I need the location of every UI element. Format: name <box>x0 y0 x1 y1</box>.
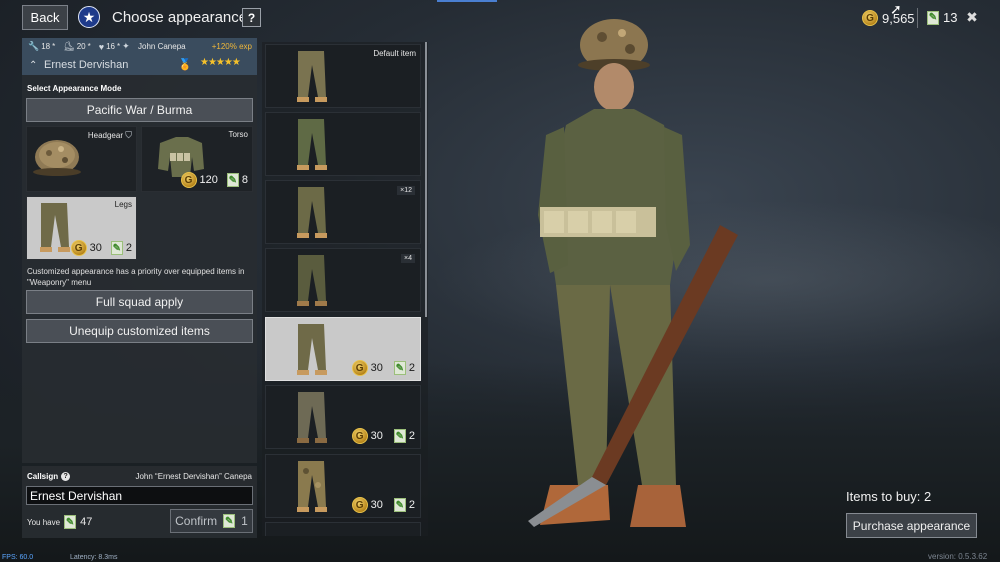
purchase-appearance-button[interactable]: Purchase appearance <box>846 513 977 538</box>
item-price: G 30 ✎ 2 <box>351 497 415 513</box>
usa-star-icon: ★ <box>78 6 100 28</box>
coin-icon: G <box>351 428 368 444</box>
coin-icon: G <box>351 497 368 513</box>
fps-counter: FPS: 60.0 <box>2 554 34 561</box>
slot-legs-label: Legs <box>114 200 132 209</box>
back-button[interactable]: Back <box>22 5 68 30</box>
soldier-model <box>528 19 738 527</box>
ticket-icon: ✎ <box>393 361 406 375</box>
commander-name: John Canepa <box>138 42 186 51</box>
callsign-label: Callsign ? <box>27 472 71 481</box>
priority-note: Customized appearance has a priority ove… <box>27 267 245 287</box>
list-item[interactable] <box>265 112 421 176</box>
callsign-help-icon[interactable]: ? <box>61 472 71 481</box>
top-bar: Back ★ Choose appearance ? G 9,565 ✎ 13 … <box>0 0 1000 36</box>
slot-torso[interactable]: Torso G 120 ✎ 8 <box>141 126 253 192</box>
page-title: Choose appearance <box>112 9 248 26</box>
slot-legs[interactable]: Legs G 30 ✎ 2 <box>26 196 137 260</box>
slot-headgear[interactable]: Headgear ⛉ <box>26 126 137 192</box>
appearance-panel: 🔧 18 * ⛸ 20 * ♥ 16 * ✦ John Canepa +120% exp ⌃ … <box>22 38 257 463</box>
stat-health: ♥ 16 * ✦ <box>98 41 130 52</box>
callsign-full-name: John “Ernest Dervishan” Canepa <box>135 472 252 481</box>
slot-legs-price: G 30 ✎ 2 <box>70 240 132 256</box>
ticket-icon: ✎ <box>393 429 406 443</box>
wrench-icon: 🔧 <box>28 41 40 51</box>
pants-image <box>297 187 327 238</box>
mouse-cursor-icon: ➚ <box>890 1 902 17</box>
ticket-icon: ✎ <box>226 173 239 187</box>
stat-repair: 🔧 18 * <box>28 41 56 51</box>
slot-torso-label: Torso <box>228 130 248 139</box>
ticket-icon: ✎ <box>223 514 236 528</box>
default-item-tag: Default item <box>373 49 416 58</box>
close-button[interactable]: ✖ <box>964 9 980 25</box>
callsign-input[interactable]: Ernest Dervishan <box>26 486 253 505</box>
latency-counter: Latency: 8.3ms <box>70 554 118 561</box>
callsign-panel: Callsign ? John “Ernest Dervishan” Canep… <box>22 466 257 538</box>
soldier-rating: ★★★★★ <box>200 57 241 68</box>
item-price: G 30 ✎ 2 <box>351 428 415 444</box>
boot-icon: ⛸ <box>63 41 75 51</box>
soldier-stats: 🔧 18 * ⛸ 20 * ♥ 16 * ✦ <box>28 41 130 52</box>
pants-image <box>297 51 327 102</box>
you-have: You have ✎ 47 <box>27 515 93 529</box>
unequip-customized-button[interactable]: Unequip customized items <box>26 319 253 343</box>
items-to-buy: Items to buy: 2 <box>846 489 932 504</box>
coin-icon: G <box>351 360 368 376</box>
pants-image <box>297 119 327 170</box>
list-item[interactable]: G 30 ✎ 2 <box>265 385 421 449</box>
version-label: version: 0.5.3.62 <box>928 552 988 561</box>
face <box>594 63 634 111</box>
shield-icon: ⛉ <box>125 130 132 140</box>
divider <box>917 8 918 28</box>
legs-item-list: Default item ×12 ×4 G 30 ✎ 2 G 30 ✎ 2 G 30 ✎ 2 <box>262 42 428 536</box>
list-item[interactable]: Default item <box>265 44 421 108</box>
list-item[interactable]: ×4 <box>265 248 421 312</box>
coin-icon: G <box>862 10 878 26</box>
list-item[interactable]: G 30 ✎ 2 <box>265 454 421 518</box>
list-item[interactable] <box>265 522 421 536</box>
soldier-header: 🔧 18 * ⛸ 20 * ♥ 16 * ✦ John Canepa +120% exp ⌃ … <box>22 38 257 75</box>
slot-headgear-label: Headgear ⛉ <box>87 130 132 140</box>
ticket-balance: ✎ 13 <box>927 10 957 25</box>
coin-icon: G <box>180 172 197 188</box>
ticket-icon: ✎ <box>64 515 77 529</box>
pants-image <box>297 324 327 375</box>
slot-torso-price: G 120 ✎ 8 <box>180 172 248 188</box>
pants <box>556 285 610 485</box>
item-price: G 30 ✎ 2 <box>351 360 415 376</box>
full-squad-apply-button[interactable]: Full squad apply <box>26 290 253 314</box>
silver-balance: G 9,565 <box>862 10 915 26</box>
list-item[interactable]: ×12 <box>265 180 421 244</box>
exp-bonus: +120% exp <box>211 42 252 51</box>
appearance-mode-select[interactable]: Pacific War / Burma <box>26 98 253 122</box>
pants-image <box>297 461 327 512</box>
pants-image <box>297 392 327 443</box>
medal-icon: 🏅 <box>178 59 192 71</box>
item-count-badge: ×4 <box>401 254 415 263</box>
ticket-icon: ✎ <box>393 498 406 512</box>
ticket-icon: ✎ <box>927 10 939 25</box>
stat-agility: ⛸ 20 * <box>63 41 91 51</box>
coin-icon: G <box>70 240 87 256</box>
item-list-scrollbar[interactable] <box>425 42 427 317</box>
ticket-icon: ✎ <box>110 241 123 255</box>
confirm-button[interactable]: Confirm ✎ 1 <box>170 509 253 533</box>
item-count-badge: ×12 <box>397 186 415 195</box>
help-button[interactable]: ? <box>242 8 261 27</box>
soldier-name: Ernest Dervishan <box>44 59 129 71</box>
appearance-mode-label: Select Appearance Mode <box>27 84 122 93</box>
list-item-selected[interactable]: G 30 ✎ 2 <box>265 317 421 381</box>
ticket-amount: 13 <box>943 10 958 25</box>
perk-icon: ✦ <box>122 41 130 51</box>
heart-icon: ♥ <box>98 41 105 52</box>
rank-icon: ⌃ <box>29 60 38 71</box>
pants-image <box>297 255 327 306</box>
top-accent-bar <box>437 0 497 2</box>
